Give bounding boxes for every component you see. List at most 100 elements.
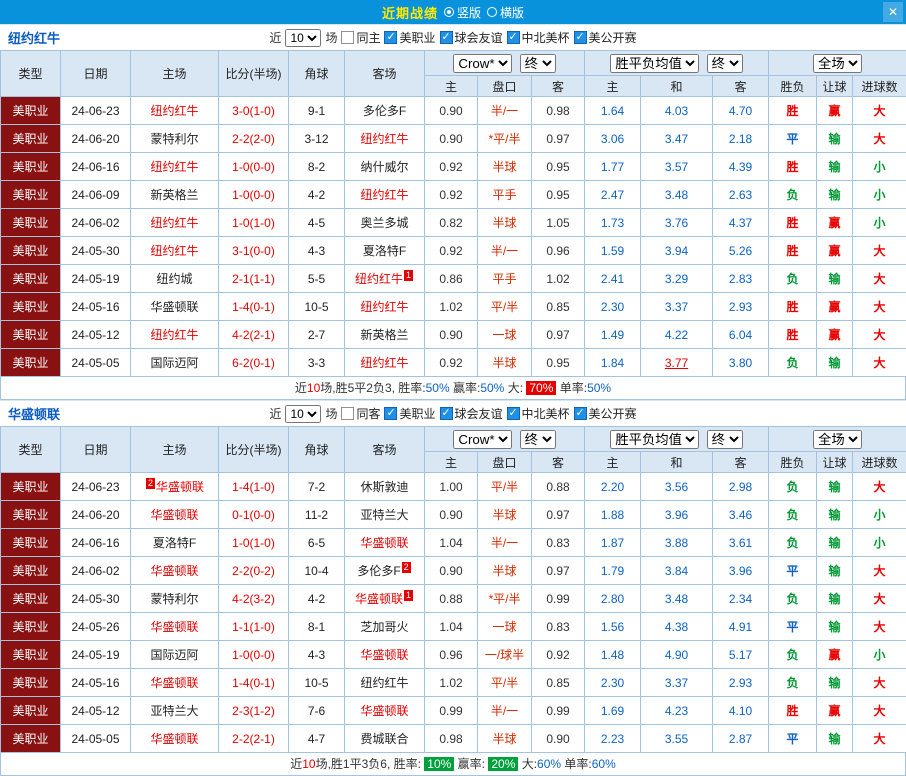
home-team-name[interactable]: 华盛顿联 <box>150 620 198 634</box>
asia-home-odds: 1.02 <box>425 293 478 321</box>
league-filter-friendly[interactable]: 球会友谊 <box>440 29 503 46</box>
league-filter-opencup[interactable]: 美公开赛 <box>574 29 637 46</box>
league-filter-friendly[interactable]: 球会友谊 <box>440 405 503 422</box>
home-team-name[interactable]: 纽约城 <box>156 272 192 286</box>
away-team-name[interactable]: 纽约红牛 <box>360 676 408 690</box>
euro-draw-odds: 3.94 <box>641 237 713 265</box>
home-team-name[interactable]: 纽约红牛 <box>150 216 198 230</box>
away-team-name[interactable]: 芝加哥火 <box>360 620 408 634</box>
checkbox-checked-icon <box>574 407 587 420</box>
asia-away-odds: 0.98 <box>532 97 585 125</box>
away-team-name[interactable]: 华盛顿联 <box>360 648 408 662</box>
euro-odds-select[interactable]: 胜平负均值 <box>610 54 699 73</box>
home-team-name[interactable]: 纽约红牛 <box>150 160 198 174</box>
asia-away-odds: 0.95 <box>532 349 585 377</box>
away-team-name[interactable]: 纽约红牛 <box>360 300 408 314</box>
league-type-cell: 美职业 <box>1 473 61 501</box>
col-euro-away: 客 <box>713 452 769 473</box>
home-team-cell: 夏洛特F <box>131 529 219 557</box>
bookmaker-select[interactable]: Crow* <box>453 430 512 449</box>
match-score: 3-1(0-0) <box>219 237 289 265</box>
away-team-cell: 纳什威尔 <box>345 153 425 181</box>
home-team-name[interactable]: 纽约红牛 <box>150 244 198 258</box>
summary-bar: 近10场,胜1平3负6, 胜率: 10% 赢率: 20% 大:60% 单率:60… <box>0 753 906 776</box>
euro-home-odds: 2.23 <box>585 725 641 753</box>
away-team-name[interactable]: 华盛顿联 <box>355 592 403 606</box>
wdl-result: 平 <box>769 613 817 641</box>
away-team-name[interactable]: 纽约红牛 <box>360 188 408 202</box>
titlebar: 近期战绩 竖版 横版 ✕ <box>0 0 906 24</box>
handicap-result: 输 <box>817 473 853 501</box>
league-filter-concacaf[interactable]: 中北美杯 <box>507 29 570 46</box>
away-team-name[interactable]: 纽约红牛 <box>355 272 403 286</box>
home-team-name[interactable]: 华盛顿联 <box>156 480 204 494</box>
away-team-name[interactable]: 纽约红牛 <box>360 356 408 370</box>
same-venue-checkbox[interactable]: 同主 <box>341 29 380 46</box>
same-venue-checkbox[interactable]: 同客 <box>341 405 380 422</box>
away-team-name[interactable]: 奥兰多城 <box>360 216 408 230</box>
asia-home-odds: 1.04 <box>425 613 478 641</box>
away-team-cell: 纽约红牛 <box>345 349 425 377</box>
asia-handicap-line: 半球 <box>478 349 532 377</box>
home-team-name[interactable]: 蒙特利尔 <box>150 132 198 146</box>
home-team-name[interactable]: 夏洛特F <box>153 536 196 550</box>
away-team-name[interactable]: 纽约红牛 <box>360 132 408 146</box>
summary-segment: 10% <box>424 757 454 771</box>
layout-radio-horizontal[interactable]: 横版 <box>487 4 524 21</box>
home-team-name[interactable]: 华盛顿联 <box>150 732 198 746</box>
away-team-name[interactable]: 休斯敦迪 <box>360 480 408 494</box>
euro-home-odds: 1.69 <box>585 697 641 725</box>
home-team-name[interactable]: 亚特兰大 <box>150 704 198 718</box>
goals-result: 小 <box>853 641 906 669</box>
home-team-name[interactable]: 华盛顿联 <box>150 300 198 314</box>
filter-bar: 纽约红牛 近 10 场 同主 美职业 球会友谊 中北美杯 <box>0 24 906 50</box>
match-date: 24-06-20 <box>61 501 131 529</box>
summary-bar: 近10场,胜5平2负3, 胜率:50% 赢率:50% 大: 70% 单率:50% <box>0 377 906 400</box>
league-filter-concacaf[interactable]: 中北美杯 <box>507 405 570 422</box>
home-team-name[interactable]: 国际迈阿 <box>150 356 198 370</box>
euro-final-select[interactable]: 终 <box>707 54 743 73</box>
away-team-name[interactable]: 多伦多F <box>357 564 400 578</box>
asia-away-odds: 0.99 <box>532 697 585 725</box>
away-team-name[interactable]: 华盛顿联 <box>360 536 408 550</box>
home-team-name[interactable]: 新英格兰 <box>150 188 198 202</box>
match-count-select[interactable]: 10 <box>285 29 321 47</box>
league-filter-mls[interactable]: 美职业 <box>384 29 435 46</box>
match-row: 美职业24-05-30蒙特利尔4-2(3-2)4-2华盛顿联10.88*平/半0… <box>1 585 906 613</box>
home-team-name[interactable]: 国际迈阿 <box>150 648 198 662</box>
away-team-name[interactable]: 新英格兰 <box>360 328 408 342</box>
bookmaker-select[interactable]: Crow* <box>453 54 512 73</box>
away-team-name[interactable]: 华盛顿联 <box>360 704 408 718</box>
home-team-name[interactable]: 华盛顿联 <box>150 508 198 522</box>
layout-radio-vertical[interactable]: 竖版 <box>444 4 481 21</box>
euro-odds-select[interactable]: 胜平负均值 <box>610 430 699 449</box>
euro-away-odds: 4.91 <box>713 613 769 641</box>
euro-draw-odds: 3.37 <box>641 669 713 697</box>
away-team-name[interactable]: 费城联合 <box>360 732 408 746</box>
scope-select[interactable]: 全场 <box>813 54 862 73</box>
home-team-name[interactable]: 蒙特利尔 <box>150 592 198 606</box>
league-filter-mls[interactable]: 美职业 <box>384 405 435 422</box>
handicap-result: 赢 <box>817 641 853 669</box>
home-team-name[interactable]: 华盛顿联 <box>150 676 198 690</box>
scope-select[interactable]: 全场 <box>813 430 862 449</box>
close-button[interactable]: ✕ <box>883 2 903 22</box>
home-team-name[interactable]: 华盛顿联 <box>150 564 198 578</box>
asia-final-select[interactable]: 终 <box>520 54 556 73</box>
away-team-name[interactable]: 亚特兰大 <box>360 508 408 522</box>
home-team-name[interactable]: 纽约红牛 <box>150 328 198 342</box>
asia-final-select[interactable]: 终 <box>520 430 556 449</box>
asia-handicap-line: 平/半 <box>478 473 532 501</box>
home-team-name[interactable]: 纽约红牛 <box>150 104 198 118</box>
asia-odds-group-header: Crow* 终 <box>425 51 585 76</box>
league-filter-opencup[interactable]: 美公开赛 <box>574 405 637 422</box>
euro-final-select[interactable]: 终 <box>707 430 743 449</box>
match-date: 24-05-30 <box>61 585 131 613</box>
checkbox-unchecked-icon <box>341 31 354 44</box>
euro-draw-odds[interactable]: 3.77 <box>641 349 713 377</box>
wdl-result: 负 <box>769 349 817 377</box>
match-count-select[interactable]: 10 <box>285 405 321 423</box>
away-team-name[interactable]: 纳什威尔 <box>360 160 408 174</box>
away-team-name[interactable]: 多伦多F <box>363 104 406 118</box>
away-team-name[interactable]: 夏洛特F <box>363 244 406 258</box>
